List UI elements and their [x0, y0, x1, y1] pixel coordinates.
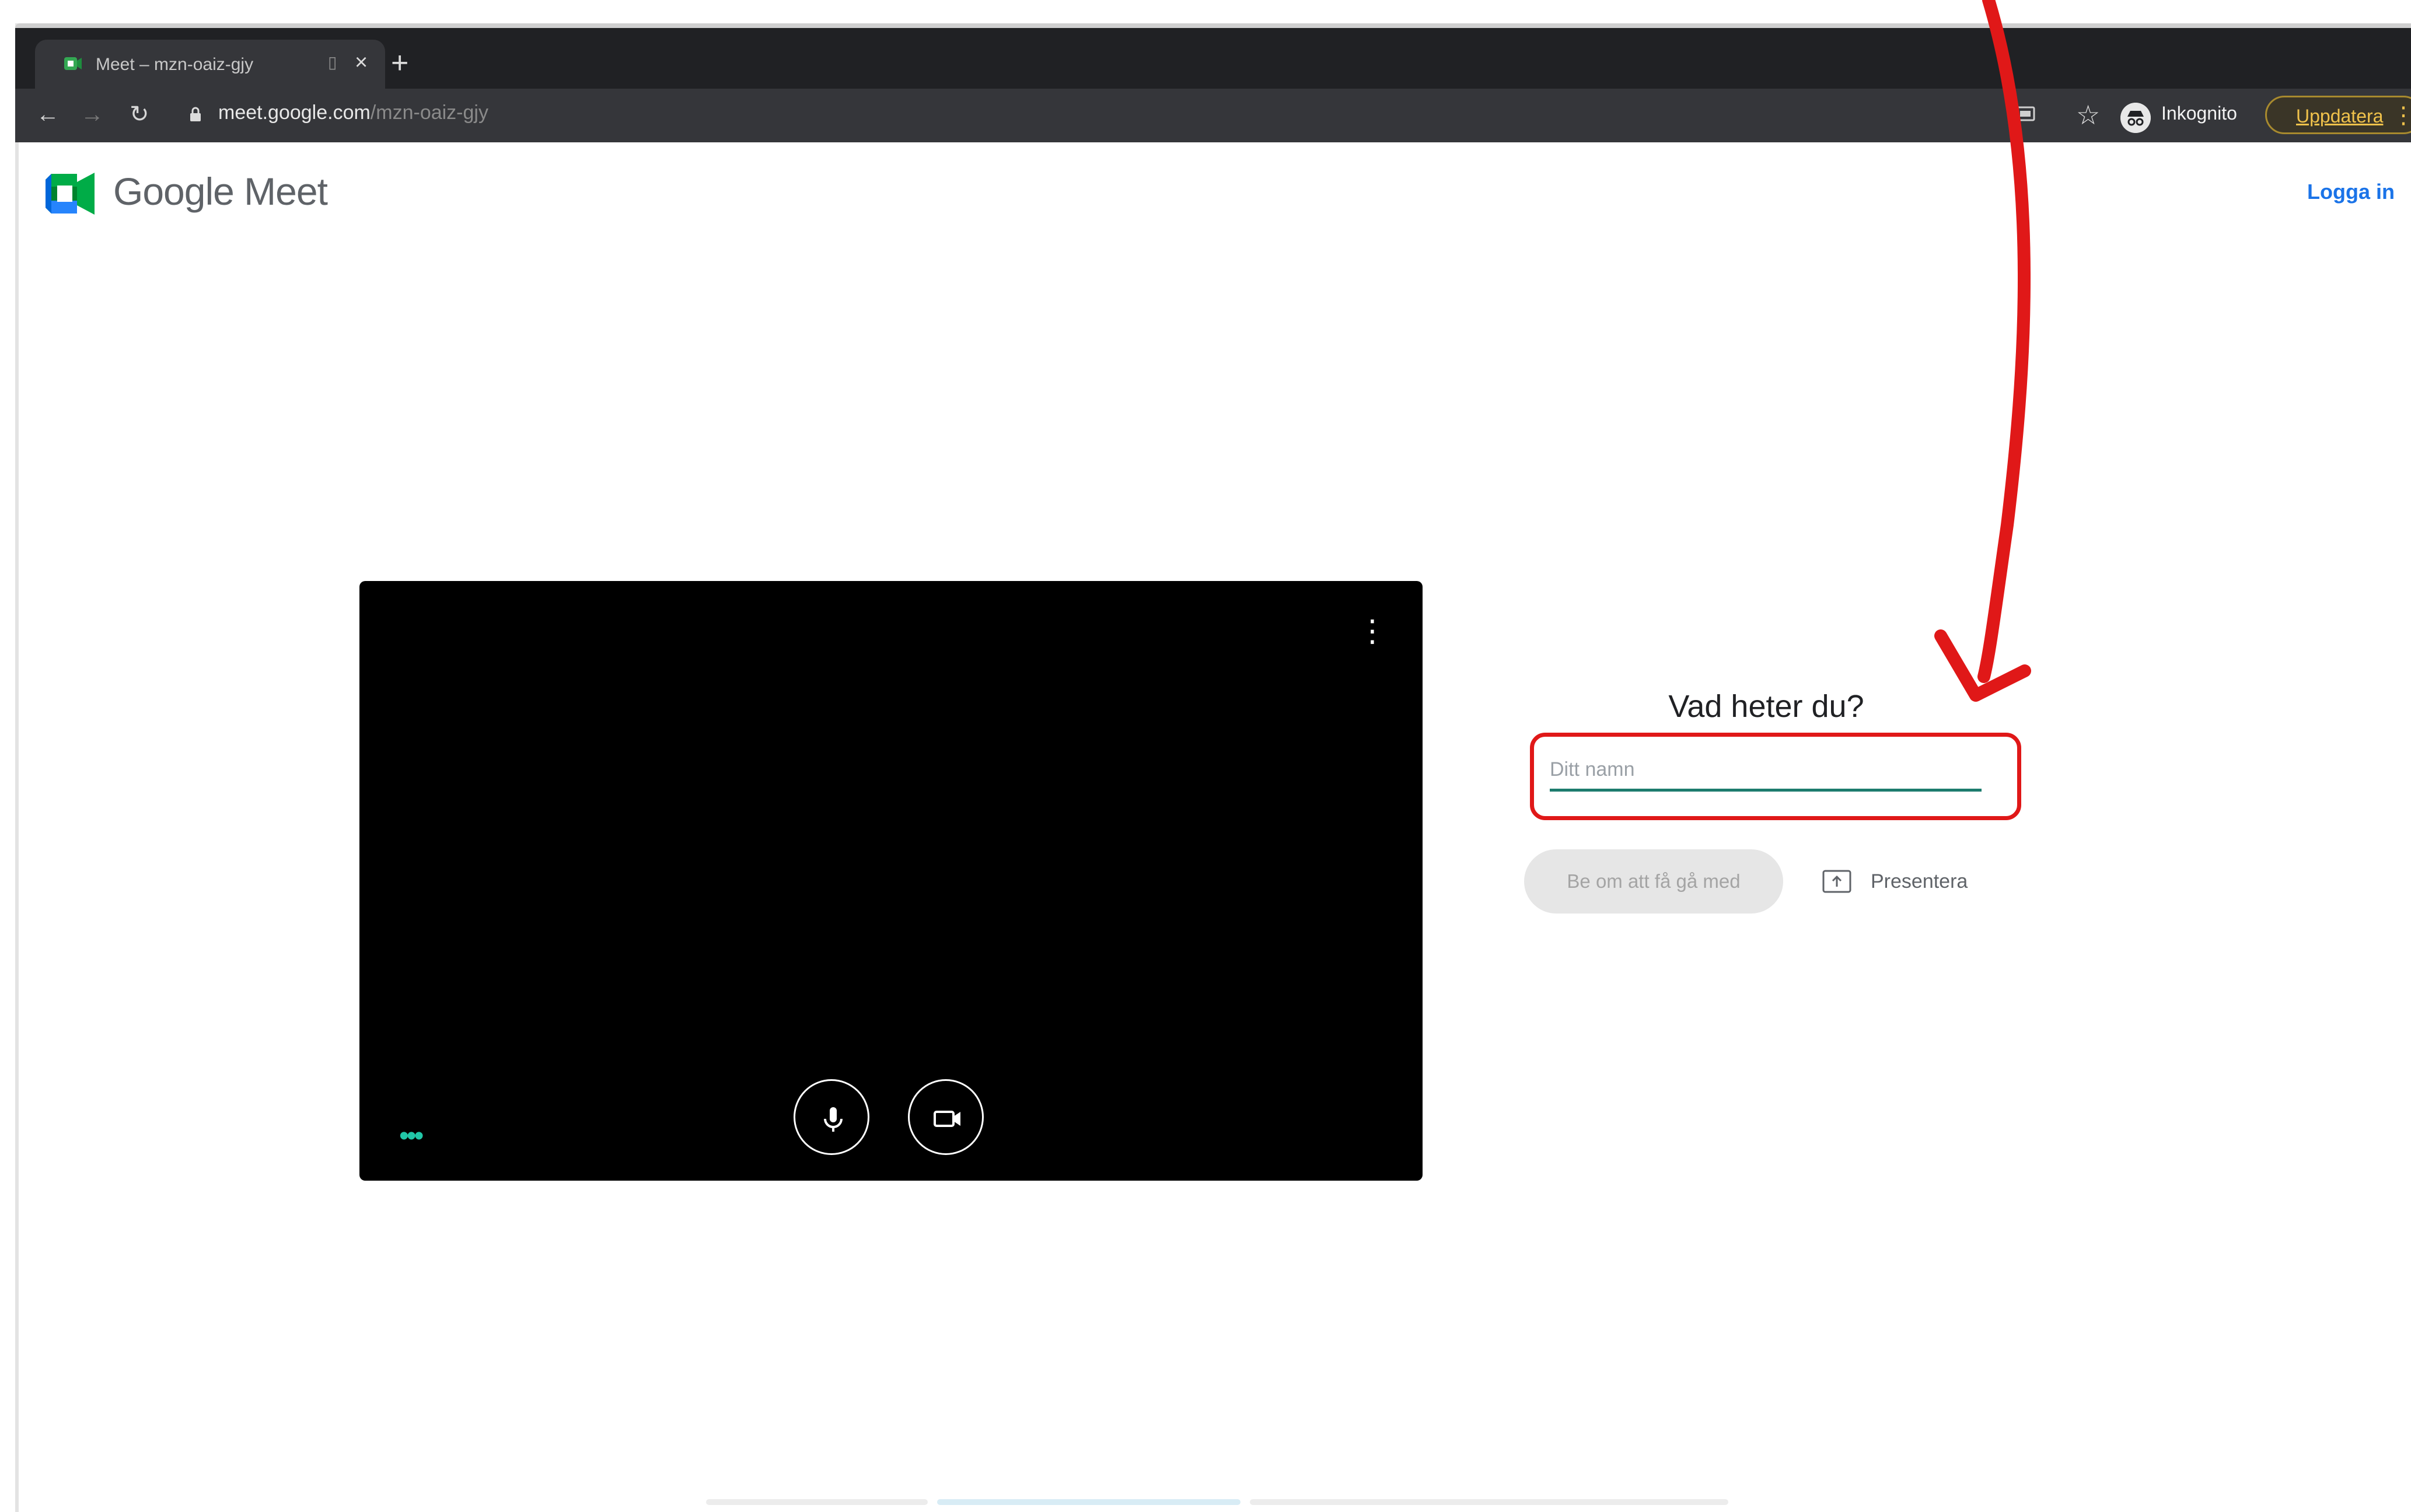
self-view-options-icon[interactable]: •••	[399, 1120, 424, 1152]
window-top-edge	[15, 23, 2411, 28]
google-meet-logo-icon	[46, 173, 95, 215]
brand-name: Google Meet	[113, 169, 328, 214]
forward-icon[interactable]: →	[81, 102, 104, 127]
brand-google: Google	[113, 170, 235, 213]
browser-toolbar: ← → ↻ meet.google.com/mzn-oaiz-gjy ☆ Ink…	[15, 89, 2411, 142]
login-link[interactable]: Logga in	[2307, 180, 2395, 204]
window-edge	[0, 23, 19, 1512]
tab-title: Meet – mzn-oaiz-gjy	[96, 55, 254, 74]
microphone-button[interactable]	[794, 1079, 869, 1155]
lock-icon[interactable]	[189, 106, 202, 123]
tab-audio-icon[interactable]: ▯	[328, 52, 343, 72]
update-button[interactable]: Uppdatera ⋮	[2265, 96, 2411, 134]
url-host: meet.google.com	[218, 102, 371, 124]
tab-strip: Meet – mzn-oaiz-gjy ▯ × +	[15, 28, 2411, 89]
url-path: /mzn-oaiz-gjy	[370, 102, 488, 124]
new-tab-button[interactable]: +	[391, 48, 408, 78]
present-label[interactable]: Presentera	[1871, 870, 1968, 893]
address-bar[interactable]: meet.google.com/mzn-oaiz-gjy	[218, 102, 488, 124]
present-screen-icon[interactable]	[1822, 869, 1852, 894]
incognito-label: Inkognito	[2161, 103, 2237, 124]
meet-favicon-icon	[64, 57, 82, 70]
incognito-icon[interactable]	[2120, 103, 2151, 133]
microphone-icon	[824, 1107, 843, 1132]
cast-icon[interactable]	[2015, 106, 2035, 123]
update-label: Uppdatera	[2296, 106, 2384, 127]
back-icon[interactable]: ←	[36, 102, 60, 127]
brand-meet: Meet	[244, 170, 328, 213]
footer-text	[706, 1497, 1745, 1510]
camera-button[interactable]	[908, 1079, 984, 1155]
ask-to-join-button[interactable]: Be om att få gå med	[1524, 849, 1783, 914]
more-options-icon[interactable]: ⋮	[1357, 616, 1388, 646]
video-preview: ⋮ •••	[359, 581, 1423, 1181]
browser-chrome: Meet – mzn-oaiz-gjy ▯ × + ← → ↻ meet.goo…	[15, 28, 2411, 142]
menu-icon[interactable]: ⋮	[2392, 102, 2411, 129]
reload-icon[interactable]: ↻	[130, 102, 149, 127]
star-icon[interactable]: ☆	[2076, 99, 2100, 131]
name-input[interactable]	[1550, 750, 1982, 792]
browser-tab[interactable]: Meet – mzn-oaiz-gjy ▯ ×	[35, 40, 385, 89]
join-heading: Vad heter du?	[1668, 689, 1864, 724]
camera-icon	[934, 1111, 960, 1127]
tab-close-icon[interactable]: ×	[355, 50, 368, 75]
